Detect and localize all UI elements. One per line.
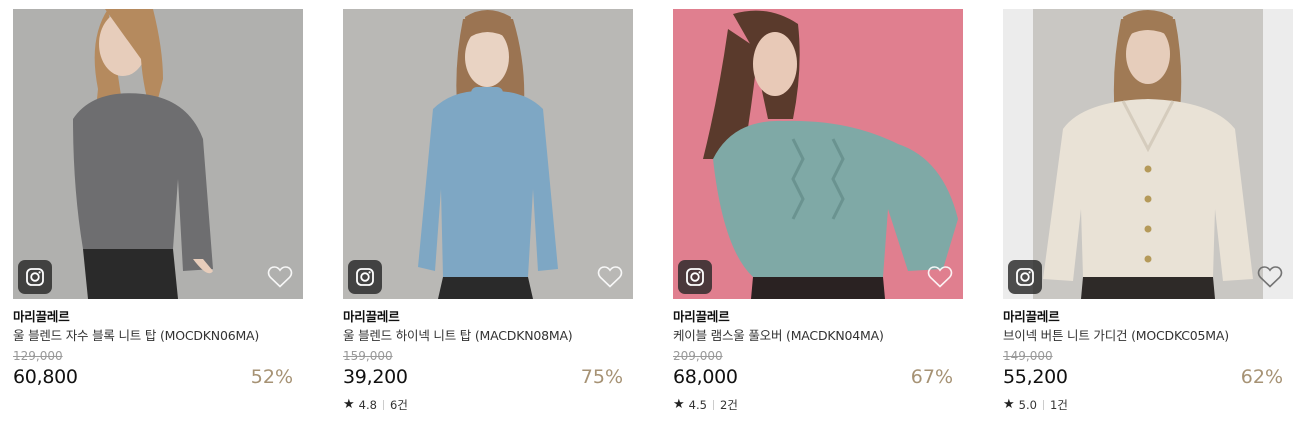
rating-summary: ★ 4.8 6건 bbox=[343, 397, 633, 413]
price-row: 68,000 67% bbox=[673, 365, 963, 389]
star-icon: ★ bbox=[1003, 397, 1015, 412]
brand-name[interactable]: 마리끌레르 bbox=[1003, 308, 1293, 325]
product-image[interactable] bbox=[13, 9, 303, 299]
divider bbox=[712, 400, 714, 410]
original-price: 129,000 bbox=[13, 349, 63, 363]
rating-summary: ★ 5.0 1건 bbox=[1003, 397, 1293, 413]
star-icon: ★ bbox=[343, 397, 355, 412]
heart-outline-icon[interactable] bbox=[927, 265, 953, 289]
discount-rate: 52% bbox=[250, 366, 293, 388]
rating-score: 4.8 bbox=[358, 398, 377, 412]
product-image[interactable] bbox=[673, 9, 963, 299]
rating-score: 5.0 bbox=[1018, 398, 1037, 412]
price-row: 60,800 52% bbox=[13, 365, 303, 389]
star-icon: ★ bbox=[673, 397, 685, 412]
original-price: 209,000 bbox=[673, 349, 723, 363]
product-name[interactable]: 울 블렌드 자수 블록 니트 탑 (MOCDKN06MA) bbox=[13, 327, 303, 345]
sale-price: 39,200 bbox=[343, 366, 408, 388]
brand-name[interactable]: 마리끌레르 bbox=[673, 308, 963, 325]
heart-outline-icon[interactable] bbox=[1257, 265, 1283, 289]
heart-outline-icon[interactable] bbox=[597, 265, 623, 289]
instagram-button[interactable] bbox=[678, 260, 712, 294]
sale-price: 68,000 bbox=[673, 366, 738, 388]
discount-rate: 67% bbox=[910, 366, 953, 388]
instagram-button[interactable] bbox=[18, 260, 52, 294]
product-card[interactable]: 마리끌레르 울 블렌드 하이넥 니트 탑 (MACDKN08MA) 159,00… bbox=[343, 9, 633, 413]
instagram-icon bbox=[1016, 268, 1034, 286]
product-name[interactable]: 케이블 램스울 풀오버 (MACDKN04MA) bbox=[673, 327, 963, 345]
model-photo bbox=[673, 9, 963, 299]
price-row: 39,200 75% bbox=[343, 365, 633, 389]
divider bbox=[1042, 400, 1044, 410]
product-name[interactable]: 울 블렌드 하이넥 니트 탑 (MACDKN08MA) bbox=[343, 327, 633, 345]
model-photo bbox=[343, 9, 633, 299]
model-photo bbox=[1003, 9, 1293, 299]
product-image[interactable] bbox=[343, 9, 633, 299]
rating-summary: ★ 4.5 2건 bbox=[673, 397, 963, 413]
discount-rate: 75% bbox=[580, 366, 623, 388]
product-card[interactable]: 마리끌레르 케이블 램스울 풀오버 (MACDKN04MA) 209,000 6… bbox=[673, 9, 963, 413]
brand-name[interactable]: 마리끌레르 bbox=[343, 308, 633, 325]
original-price: 159,000 bbox=[343, 349, 393, 363]
product-image[interactable] bbox=[1003, 9, 1293, 299]
brand-name[interactable]: 마리끌레르 bbox=[13, 308, 303, 325]
review-count[interactable]: 6건 bbox=[390, 397, 408, 413]
instagram-icon bbox=[686, 268, 704, 286]
instagram-button[interactable] bbox=[1008, 260, 1042, 294]
divider bbox=[382, 400, 384, 410]
instagram-icon bbox=[356, 268, 374, 286]
product-card[interactable]: 마리끌레르 브이넥 버튼 니트 가디건 (MOCDKC05MA) 149,000… bbox=[1003, 9, 1293, 413]
sale-price: 60,800 bbox=[13, 366, 78, 388]
review-count[interactable]: 2건 bbox=[720, 397, 738, 413]
rating-score: 4.5 bbox=[688, 398, 707, 412]
sale-price: 55,200 bbox=[1003, 366, 1068, 388]
review-count[interactable]: 1건 bbox=[1050, 397, 1068, 413]
product-name[interactable]: 브이넥 버튼 니트 가디건 (MOCDKC05MA) bbox=[1003, 327, 1293, 345]
instagram-button[interactable] bbox=[348, 260, 382, 294]
model-photo bbox=[13, 9, 303, 299]
heart-outline-icon[interactable] bbox=[267, 265, 293, 289]
instagram-icon bbox=[26, 268, 44, 286]
discount-rate: 62% bbox=[1240, 366, 1283, 388]
product-card[interactable]: 마리끌레르 울 블렌드 자수 블록 니트 탑 (MOCDKN06MA) 129,… bbox=[13, 9, 303, 389]
price-row: 55,200 62% bbox=[1003, 365, 1293, 389]
original-price: 149,000 bbox=[1003, 349, 1053, 363]
